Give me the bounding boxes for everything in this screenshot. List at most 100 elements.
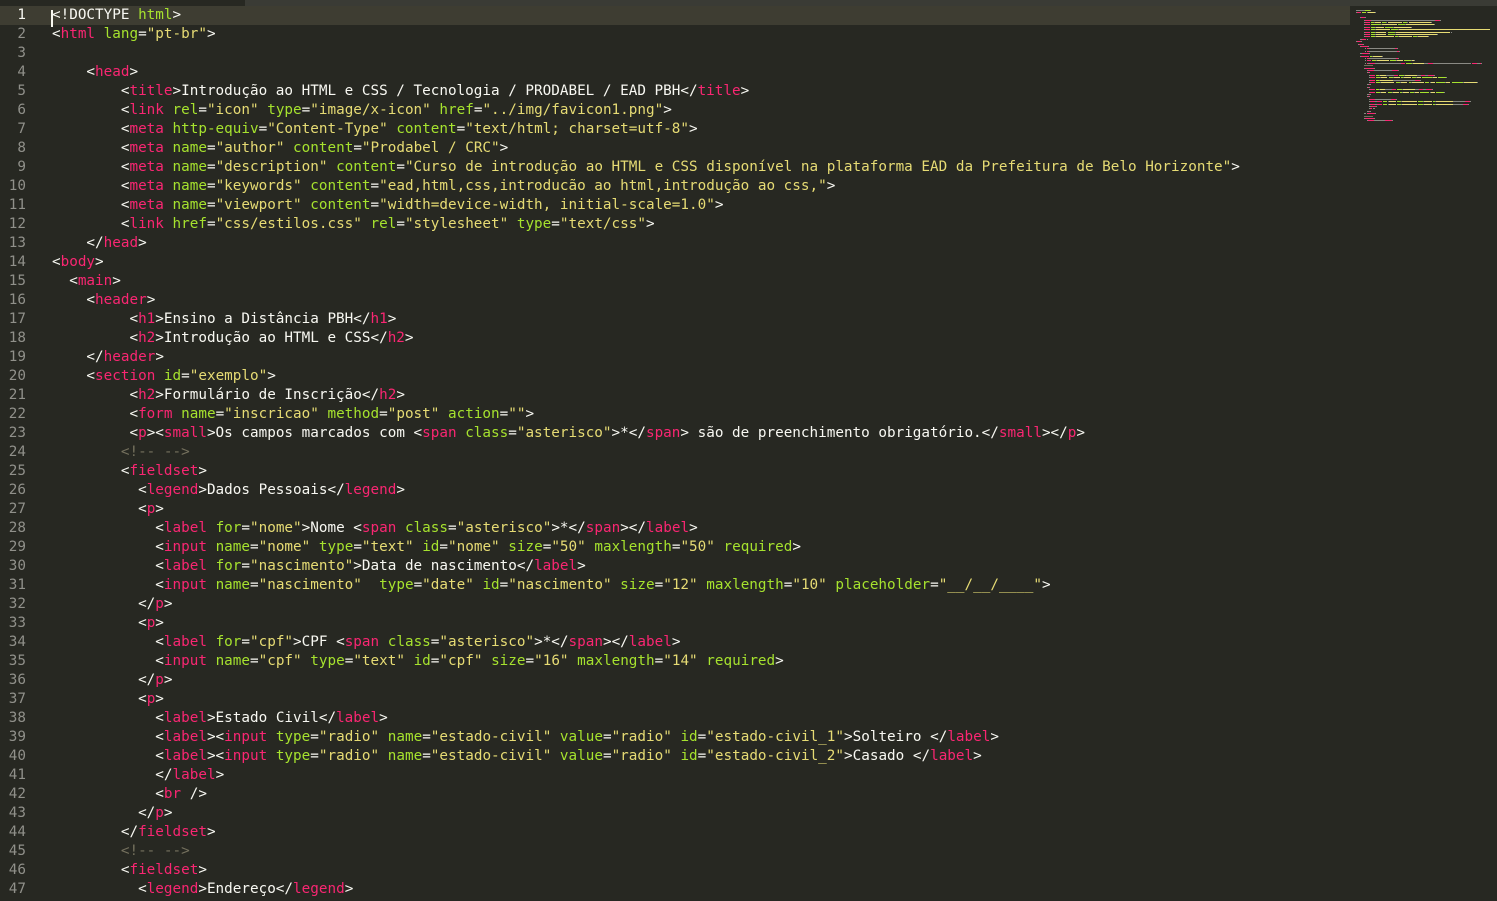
code-line[interactable]: 38 <label>Estado Civil</label> [0, 709, 1350, 728]
code-line[interactable]: 25 <fieldset> [0, 462, 1350, 481]
minimap-stroke [1373, 70, 1392, 71]
code-line[interactable]: 6 <link rel="icon" type="image/x-icon" h… [0, 101, 1350, 120]
code-line[interactable]: 21 <h2>Formulário de Inscrição</h2> [0, 386, 1350, 405]
code-line[interactable]: 15 <main> [0, 272, 1350, 291]
minimap-stroke [1402, 103, 1417, 105]
minimap-stroke [1432, 62, 1472, 64]
code-line[interactable]: 30 <label for="nascimento">Data de nasci… [0, 557, 1350, 576]
code-line[interactable]: 45 <!-- --> [0, 842, 1350, 861]
code-line[interactable]: 33 <p> [0, 614, 1350, 633]
line-number: 41 [8, 767, 26, 783]
code-line[interactable]: 44 </fieldset> [0, 823, 1350, 842]
minimap-stroke [1365, 17, 1367, 19]
code-line[interactable]: 1 <!DOCTYPE html> [0, 6, 1350, 25]
code-text: <meta name="description" content="Curso … [52, 159, 1240, 175]
code-line[interactable]: 18 <h2>Introdução ao HTML e CSS</h2> [0, 329, 1350, 348]
code-text: </label> [52, 767, 225, 783]
code-line[interactable]: 11 <meta name="viewport" content="width=… [0, 196, 1350, 215]
code-line[interactable]: 24 <!-- --> [0, 443, 1350, 462]
code-line[interactable]: 8 <meta name="author" content="Prodabel … [0, 139, 1350, 158]
code-line[interactable]: 46 <fieldset> [0, 861, 1350, 880]
code-line[interactable]: 29 <input name="nome" type="text" id="no… [0, 538, 1350, 557]
minimap-stroke [1480, 62, 1482, 64]
minimap-stroke [1387, 34, 1395, 35]
minimap-stroke [1381, 91, 1387, 93]
code-text: </p> [52, 596, 173, 612]
code-line[interactable]: 14 <body> [0, 253, 1350, 272]
code-line[interactable]: 40 <label><input type="radio" name="esta… [0, 747, 1350, 766]
minimap-stroke [1369, 79, 1375, 81]
code-line[interactable]: 9 <meta name="description" content="Curs… [0, 158, 1350, 177]
minimap-stroke [1374, 98, 1391, 100]
code-line[interactable]: 47 <legend>Endereço</legend> [0, 880, 1350, 899]
code-text: <label><input type="radio" name="estado-… [52, 729, 999, 745]
minimap-stroke [1374, 12, 1376, 14]
line-number: 13 [8, 235, 26, 251]
line-number: 31 [8, 577, 26, 593]
minimap-stroke [1468, 103, 1470, 105]
code-line[interactable]: 17 <h1>Ensino a Distância PBH</h1> [0, 310, 1350, 329]
minimap-stroke [1374, 62, 1402, 64]
code-line[interactable]: 19 </header> [0, 348, 1350, 367]
minimap-stroke [1433, 74, 1435, 76]
code-line[interactable]: 32 </p> [0, 595, 1350, 614]
code-line[interactable]: 20 <section id="exemplo"> [0, 367, 1350, 386]
line-number: 44 [8, 824, 26, 840]
minimap-stroke [1367, 46, 1369, 47]
minimap-stroke [1381, 77, 1388, 79]
minimap-stroke [1366, 113, 1375, 115]
code-text: <header> [52, 292, 156, 308]
line-number: 22 [8, 406, 26, 422]
code-line[interactable]: 5 <title>Introdução ao HTML e CSS / Tecn… [0, 82, 1350, 101]
code-line[interactable]: 39 <label><input type="radio" name="esta… [0, 728, 1350, 747]
minimap-stroke [1368, 48, 1395, 50]
code-line[interactable]: 22 <form name="inscricao" method="post" … [0, 405, 1350, 424]
code-line[interactable]: 12 <link href="css/estilos.css" rel="sty… [0, 215, 1350, 234]
minimap-stroke [1365, 36, 1370, 38]
code-line[interactable]: 16 <header> [0, 291, 1350, 310]
minimap-stroke [1416, 77, 1422, 79]
code-text: <label for="nascimento">Data de nascimen… [52, 558, 586, 574]
line-number: 20 [8, 368, 26, 384]
code-line[interactable]: 10 <meta name="keywords" content="ead,ht… [0, 177, 1350, 196]
code-line[interactable]: 13 </head> [0, 234, 1350, 253]
line-number: 19 [8, 349, 26, 365]
minimap-stroke [1393, 77, 1401, 79]
code-line[interactable]: 23 <p><small>Os campos marcados com <spa… [0, 424, 1350, 443]
code-text: <h2>Formulário de Inscrição</h2> [52, 387, 405, 403]
line-number: 23 [8, 425, 26, 441]
minimap-stroke [1404, 77, 1411, 79]
code-line[interactable]: 3 [0, 44, 1350, 63]
code-line[interactable]: 43 </p> [0, 804, 1350, 823]
code-line[interactable]: 37 <p> [0, 690, 1350, 709]
code-line[interactable]: 42 <br /> [0, 785, 1350, 804]
code-line[interactable]: 27 <p> [0, 500, 1350, 519]
code-line[interactable]: 7 <meta http-equiv="Content-Type" conten… [0, 120, 1350, 139]
minimap[interactable] [1350, 6, 1497, 366]
minimap-stroke [1377, 101, 1383, 103]
minimap-stroke [1396, 60, 1404, 62]
code-text: <!DOCTYPE html> [52, 7, 182, 23]
code-text: <label for="cpf">CPF <span class="asteri… [52, 634, 681, 650]
minimap-stroke [1373, 67, 1375, 69]
code-line[interactable]: 26 <legend>Dados Pessoais</legend> [0, 481, 1350, 500]
code-line[interactable]: 35 <input name="cpf" type="text" id="cpf… [0, 652, 1350, 671]
minimap-stroke [1374, 22, 1382, 23]
code-line[interactable]: 31 <input name="nascimento" type="date" … [0, 576, 1350, 595]
code-text: </p> [52, 672, 173, 688]
code-line[interactable]: 34 <label for="cpf">CPF <span class="ast… [0, 633, 1350, 652]
minimap-stroke [1392, 79, 1415, 81]
minimap-stroke [1369, 82, 1375, 83]
code-line[interactable]: 28 <label for="nome">Nome <span class="a… [0, 519, 1350, 538]
code-line[interactable]: 36 </p> [0, 671, 1350, 690]
code-line[interactable]: 41 </label> [0, 766, 1350, 785]
code-editor[interactable]: 1 <!DOCTYPE html> 2 <html lang="pt-br"> 3 4 <… [0, 6, 1350, 901]
code-line[interactable]: 2 <html lang="pt-br"> [0, 25, 1350, 44]
minimap-stroke [1366, 60, 1371, 62]
minimap-stroke [1369, 91, 1375, 93]
minimap-stroke [1403, 89, 1415, 91]
code-line[interactable]: 4 <head> [0, 63, 1350, 82]
minimap-stroke [1364, 65, 1373, 67]
minimap-stroke [1365, 118, 1374, 119]
minimap-stroke [1372, 108, 1375, 110]
